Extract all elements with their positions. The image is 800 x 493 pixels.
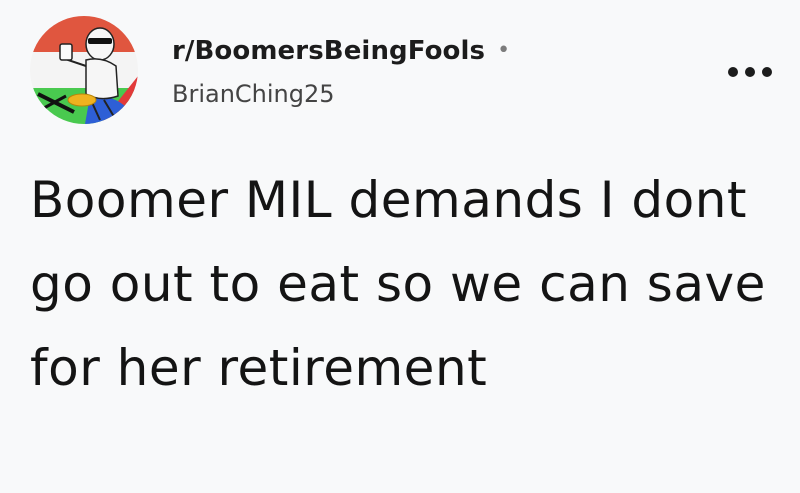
post-title[interactable]: Boomer MIL demands I dont go out to eat …	[30, 158, 770, 410]
post-meta: r/BoomersBeingFools • BrianChing25	[172, 34, 510, 108]
author-link[interactable]: BrianChing25	[172, 80, 510, 108]
separator-dot: •	[497, 38, 511, 63]
subreddit-link[interactable]: r/BoomersBeingFools	[172, 36, 485, 66]
more-options-icon	[762, 67, 772, 77]
more-options-icon	[728, 67, 738, 77]
post-header: r/BoomersBeingFools • BrianChing25	[0, 0, 800, 150]
subreddit-avatar-icon[interactable]	[30, 16, 138, 124]
subreddit-row: r/BoomersBeingFools •	[172, 34, 510, 68]
more-options-button[interactable]	[728, 58, 772, 86]
more-options-icon	[745, 67, 755, 77]
